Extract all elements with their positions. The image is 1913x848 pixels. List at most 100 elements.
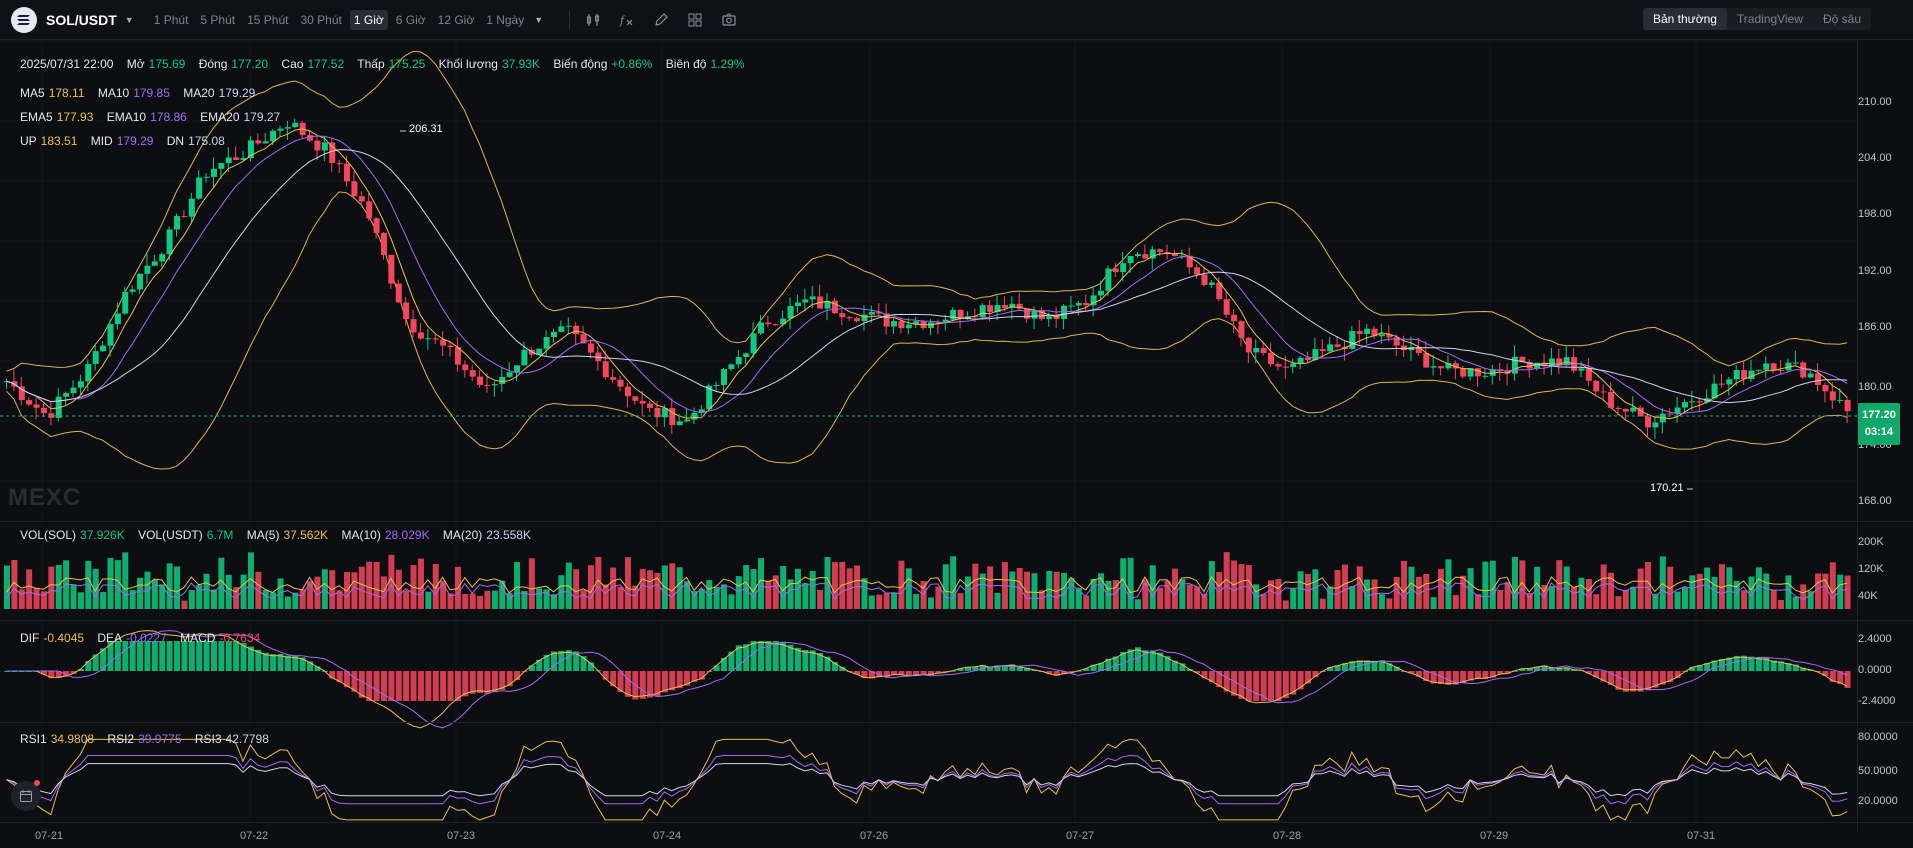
macd-bar [772, 641, 779, 671]
candle-body [1718, 383, 1725, 385]
candle-body [1755, 369, 1762, 371]
macd-bar [166, 641, 173, 671]
candle-body [1822, 384, 1829, 392]
macd-bar [203, 641, 210, 671]
candle-body [1733, 370, 1740, 380]
candle-body [432, 338, 439, 340]
candle-body [1600, 391, 1607, 393]
volume-bar [1423, 573, 1430, 609]
volume-bar [1349, 586, 1356, 609]
ohlc-legend: 2025/07/31 22:00 Mở 175.69 Đóng 177.20 Cao… [20, 57, 755, 71]
candle-body [336, 162, 343, 164]
candle-body [1031, 310, 1038, 319]
candle-body [1844, 399, 1851, 412]
ma10-label: MA10 [97, 86, 130, 100]
rsi1-label: RSI1 [20, 732, 47, 746]
volume-label: Khối lượng [438, 57, 498, 71]
volume-bar [351, 572, 358, 609]
candle-body [1430, 366, 1437, 368]
candle-body [1194, 267, 1201, 275]
candle-body [380, 232, 387, 255]
macd-bar [1253, 671, 1260, 701]
macd-label: MACD [180, 631, 216, 645]
volume-bar [831, 562, 838, 609]
candle-body [743, 353, 750, 358]
candle-body [262, 141, 269, 144]
ema5-value: 177.93 [56, 110, 94, 124]
candle-body [846, 317, 853, 319]
dea-value: -0.0227 [126, 631, 167, 645]
volume-bar [1674, 591, 1681, 609]
candle-body [270, 130, 277, 142]
candle-body [831, 300, 838, 314]
macd-bar [713, 665, 720, 671]
rsi3-line [6, 763, 1848, 797]
candle-body [1290, 363, 1297, 367]
candle-body [1001, 304, 1008, 308]
volume-bar [891, 592, 898, 609]
volume-bar [174, 566, 181, 609]
volume-bar [1378, 594, 1385, 609]
macd-bar [159, 641, 166, 671]
candle-body [1622, 408, 1629, 412]
rsi3-value: 42.7798 [225, 732, 269, 746]
volume-bar [1334, 570, 1341, 609]
volume-bar [1127, 557, 1134, 609]
candle-body [196, 177, 203, 199]
ema-legend: EMA5 177.93 EMA10 178.86 EMA20 179.27 [20, 110, 290, 124]
volume-bar [417, 558, 424, 609]
candle-body [107, 324, 114, 346]
rsi3-label: RSI3 [194, 732, 222, 746]
candle-body [950, 309, 957, 320]
volume-bar [270, 592, 277, 609]
amplitude-value: 1.29% [710, 57, 745, 71]
moving-averages [6, 128, 1848, 420]
macd-bar [403, 671, 410, 701]
rsi1-value: 34.9808 [50, 732, 95, 746]
volume-bar [647, 570, 654, 609]
rsi-tick: 20.0000 [1858, 795, 1898, 807]
time-tick: 07-24 [653, 830, 682, 842]
volume-bar [1386, 598, 1393, 609]
vol-ma5-label: MA(5) [246, 528, 280, 542]
vol-ma10-value: 28.029K [384, 528, 430, 542]
open-label: Mở [126, 57, 145, 71]
volume-bar [1800, 584, 1807, 609]
volume-bar [1068, 578, 1075, 609]
macd-bar [469, 671, 476, 694]
panel-divider [0, 620, 1913, 621]
candle-body [987, 305, 994, 312]
mexc-watermark: MEXC [8, 484, 82, 511]
candle-body [521, 349, 528, 366]
candle-body [1327, 344, 1334, 352]
ema10-label: EMA10 [106, 110, 147, 124]
volume-bar [802, 583, 809, 609]
candle-body [174, 216, 181, 230]
candle-body [1334, 344, 1341, 347]
volume-bar [1844, 575, 1851, 609]
candle-body [979, 305, 986, 317]
dea-line [6, 630, 1848, 729]
rsi2-label: RSI2 [107, 732, 135, 746]
price-tick: 168.00 [1858, 495, 1892, 507]
volume-bar [1090, 578, 1097, 609]
candle-body [33, 404, 40, 408]
price-tick: 186.00 [1858, 321, 1892, 333]
candle-body [1378, 334, 1385, 337]
macd-bar [181, 641, 188, 671]
volume-bar [203, 573, 210, 609]
candle-body [321, 142, 328, 151]
volume-bar [1009, 571, 1016, 609]
macd-bar [565, 650, 572, 671]
macd-bar [1201, 671, 1208, 679]
time-tick: 07-21 [35, 830, 64, 842]
candlestick-chart[interactable] [0, 0, 1913, 848]
candle-body [1615, 407, 1622, 409]
volume-bar [1637, 568, 1644, 609]
macd-bar [144, 641, 151, 671]
ma-legend: MA5 178.11 MA10 179.85 MA20 179.29 [20, 86, 265, 100]
time-tick: 07-27 [1066, 830, 1095, 842]
candle-body [1689, 401, 1696, 403]
volume-bar [1770, 589, 1777, 609]
candles [4, 118, 1851, 439]
